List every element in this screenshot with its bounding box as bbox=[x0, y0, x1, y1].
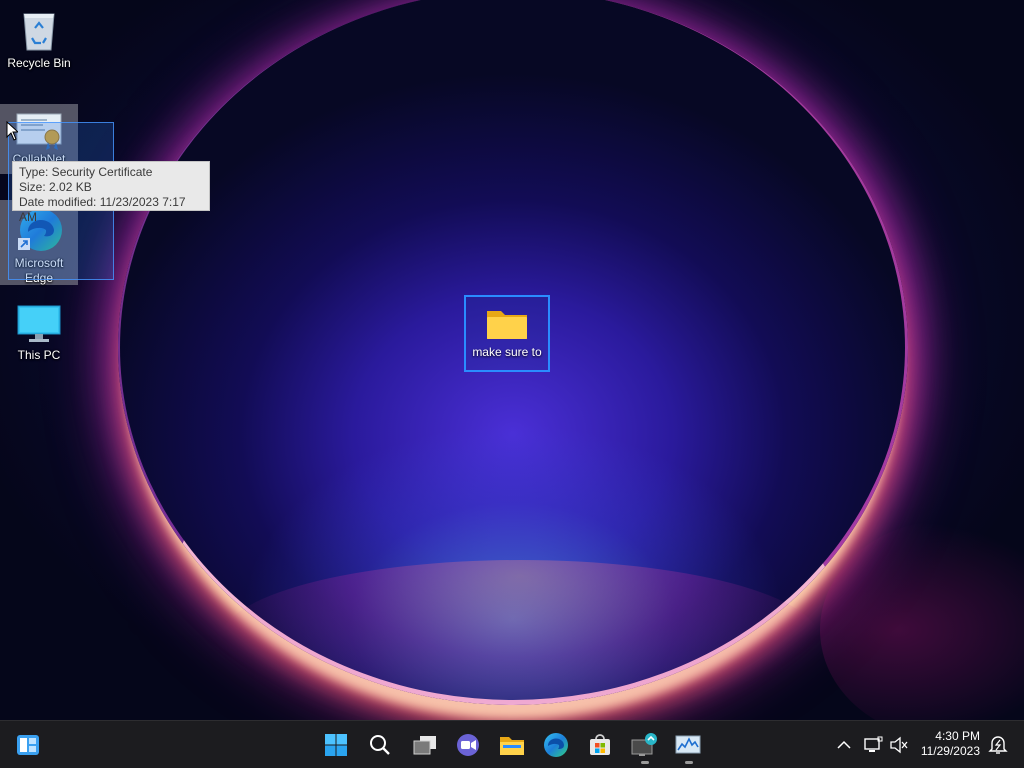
clock-time: 4:30 PM bbox=[935, 729, 980, 743]
wallpaper-glow-right bbox=[820, 520, 1024, 720]
teams-chat-icon bbox=[457, 734, 479, 756]
search-button[interactable] bbox=[363, 729, 397, 761]
store-icon bbox=[590, 734, 610, 755]
clock[interactable]: 4:30 PM 11/29/2023 bbox=[912, 729, 980, 759]
remote-desktop-running-indicator bbox=[641, 761, 649, 764]
tooltip-date: Date modified: 11/23/2023 7:17 AM bbox=[19, 195, 186, 224]
resource-monitor-button[interactable] bbox=[671, 729, 705, 764]
edge-icon bbox=[544, 733, 568, 757]
edge-taskbar-button[interactable] bbox=[539, 729, 573, 761]
remote-desktop-button[interactable] bbox=[627, 729, 661, 764]
folder-desktop-icon[interactable]: make sure to bbox=[464, 295, 550, 372]
folder-label: make sure to bbox=[472, 345, 542, 359]
tooltip-size: Size: 2.02 KB bbox=[19, 180, 92, 194]
resource-monitor-running-indicator bbox=[685, 761, 693, 764]
volume-button[interactable] bbox=[884, 729, 914, 761]
store-button[interactable] bbox=[583, 729, 617, 761]
remote-desktop-icon bbox=[631, 733, 657, 756]
recycle-bin-desktop-icon[interactable]: Recycle Bin bbox=[0, 8, 78, 71]
search-icon bbox=[370, 735, 390, 755]
file-explorer-button[interactable] bbox=[495, 729, 529, 761]
resource-monitor-icon bbox=[675, 735, 701, 754]
task-view-button[interactable] bbox=[408, 729, 442, 761]
start-icon bbox=[325, 734, 347, 756]
recycle-bin-label: Recycle Bin bbox=[7, 56, 71, 70]
tooltip-type: Type: Security Certificate bbox=[19, 165, 153, 179]
recycle-bin-icon bbox=[23, 13, 55, 51]
file-explorer-icon bbox=[500, 737, 524, 755]
chevron-up-icon bbox=[837, 740, 851, 749]
file-info-tooltip: Type: Security Certificate Size: 2.02 KB… bbox=[12, 161, 210, 224]
start-button[interactable] bbox=[319, 729, 353, 761]
this-pc-desktop-icon[interactable]: This PC bbox=[0, 304, 78, 363]
this-pc-label: This PC bbox=[17, 348, 61, 362]
widgets-button[interactable] bbox=[11, 729, 45, 761]
chat-button[interactable] bbox=[451, 729, 485, 761]
widgets-icon bbox=[17, 735, 39, 755]
folder-icon bbox=[487, 311, 527, 339]
task-view-icon bbox=[413, 736, 436, 755]
notifications-button[interactable] bbox=[984, 729, 1012, 761]
taskbar: 4:30 PM 11/29/2023 bbox=[0, 720, 1024, 768]
monitor-icon bbox=[17, 305, 61, 342]
network-icon bbox=[864, 736, 883, 752]
wallpaper-glow bbox=[220, 560, 820, 720]
mouse-cursor-icon bbox=[6, 121, 18, 141]
clock-date: 11/29/2023 bbox=[920, 744, 980, 758]
volume-muted-icon bbox=[890, 736, 908, 754]
notification-bell-icon bbox=[988, 736, 1008, 754]
show-hidden-icons-button[interactable] bbox=[829, 729, 859, 761]
